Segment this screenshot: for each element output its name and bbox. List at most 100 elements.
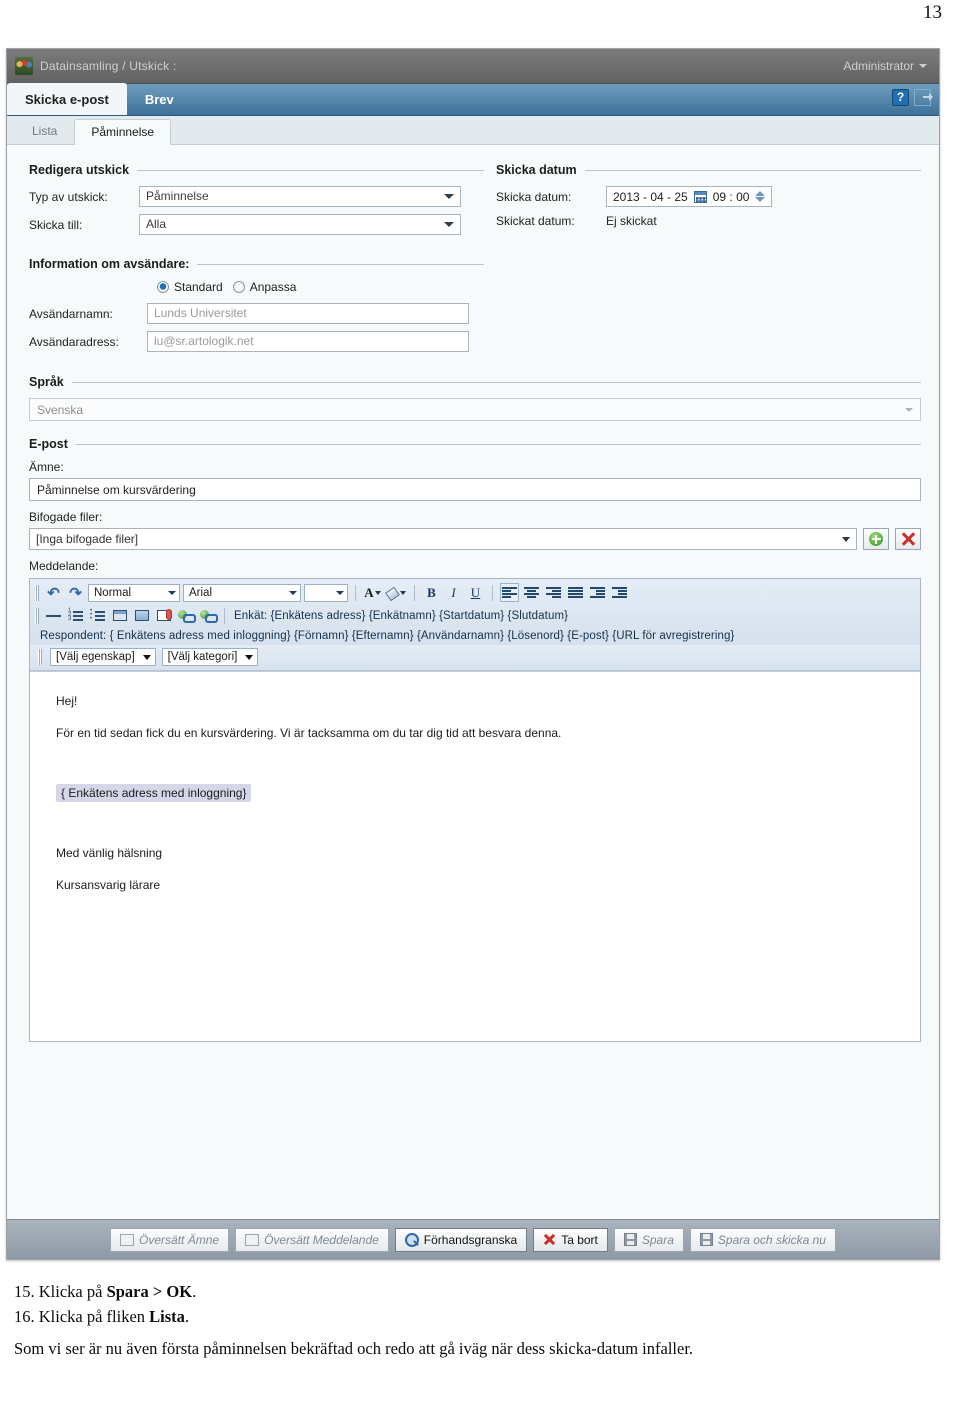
button-forhandsgranska[interactable]: Förhandsgranska — [394, 1227, 528, 1252]
editor-toolbar-row-2: 123 • • • Enkät: {Enkätens adress} {Enkä… — [30, 604, 920, 627]
step-15-bold: Spara > OK — [106, 1282, 193, 1301]
respondent-tag-line[interactable]: Respondent: { Enkätens adress med inlogg… — [30, 627, 920, 645]
toolbar-separator — [355, 584, 356, 601]
body-tag-chip[interactable]: { Enkätens adress med inloggning} — [56, 784, 252, 802]
select-property[interactable]: [Välj egenskap] — [50, 648, 156, 666]
unlink-glyph — [200, 609, 218, 623]
chevron-down-icon — [905, 407, 913, 412]
body-sender: Kursansvarig lärare — [56, 878, 161, 892]
insert-table-icon[interactable] — [110, 606, 129, 625]
tab-skicka-e-post[interactable]: Skicka e-post — [7, 83, 127, 115]
instruction-step-16: 16. Klicka på fliken Lista. — [14, 1307, 944, 1326]
insert-attachment-icon[interactable] — [154, 606, 173, 625]
section-sprak: Språk Svenska — [29, 375, 921, 421]
body-greeting: Hej! — [56, 694, 78, 708]
select-font-family[interactable]: Arial — [183, 583, 301, 602]
subtab-lista[interactable]: Lista — [15, 118, 74, 144]
select-skicka-till[interactable]: Alla — [139, 214, 461, 235]
help-button[interactable]: ? — [892, 89, 909, 106]
underline-icon[interactable]: U — [466, 583, 485, 602]
select-bifogade-filer[interactable]: [Inga bifogade filer] — [29, 528, 857, 550]
survey-tag-line[interactable]: Enkät: {Enkätens adress} {Enkätnamn} {St… — [232, 607, 573, 625]
toolbar-separator — [224, 607, 225, 624]
italic-icon[interactable]: I — [444, 583, 463, 602]
rich-text-editor: ↶ ↷ Normal Arial A B I U 1 2 3 • • • Enk… — [29, 578, 921, 1042]
font-color-icon[interactable]: A — [363, 583, 382, 602]
chevron-down-icon — [444, 194, 454, 199]
datetime-picker[interactable]: 2013 - 04 - 25 09 : 00 — [606, 186, 773, 207]
select-paragraph-style[interactable]: Normal — [88, 583, 180, 602]
input-avsandarnamn[interactable]: Lunds Universitet — [147, 303, 469, 324]
align-left-glyph — [502, 587, 517, 598]
redo-icon[interactable]: ↷ — [66, 583, 85, 602]
calendar-icon[interactable] — [693, 190, 707, 203]
right-column: Skicka datum Skicka datum: 2013 - 04 - 2… — [484, 163, 921, 359]
editor-toolbar-row-4: [Välj egenskap] [Välj kategori] — [30, 645, 920, 670]
indent-icon[interactable] — [610, 583, 629, 602]
step-15-prefix: 15. Klicka på — [14, 1282, 107, 1301]
input-avsandaradress[interactable]: lu@sr.artologik.net — [147, 331, 469, 352]
unordered-list-glyph: • • • — [90, 608, 105, 622]
legend-epost-label: E-post — [29, 437, 68, 451]
undo-icon[interactable]: ↶ — [44, 583, 63, 602]
time-stepper[interactable] — [755, 191, 766, 202]
button-spara[interactable]: Spara — [613, 1227, 684, 1252]
step-16-suffix: . — [184, 1307, 190, 1327]
button-oversatt-meddelande[interactable]: Översätt Meddelande — [235, 1227, 389, 1252]
label-skicka-datum: Skicka datum: — [496, 189, 572, 204]
horizontal-rule-icon[interactable] — [44, 606, 63, 625]
field-row-avsandarnamn: Avsändarnamn: Lunds Universitet — [29, 303, 484, 324]
message-body[interactable]: Hej! För en tid sedan fick du en kursvär… — [30, 671, 920, 1041]
outdent-icon[interactable] — [588, 583, 607, 602]
align-right-icon[interactable] — [544, 583, 563, 602]
legend-information-om-avsandare: Information om avsändare: — [29, 257, 484, 271]
tab-brev[interactable]: Brev — [127, 83, 192, 115]
align-center-icon[interactable] — [522, 583, 541, 602]
toolbar-grip[interactable] — [35, 607, 39, 624]
insert-link-icon[interactable] — [176, 606, 196, 625]
select-sprak[interactable]: Svenska — [29, 398, 921, 421]
link-glyph — [178, 609, 196, 623]
align-left-icon[interactable] — [500, 583, 519, 602]
unordered-list-icon[interactable]: • • • — [88, 606, 107, 625]
remove-link-icon[interactable] — [198, 606, 218, 625]
subtab-paminnelse-label: Påminnelse — [91, 125, 155, 139]
chevron-down-icon — [842, 536, 850, 542]
input-avsandarnamn-value: Lunds Universitet — [154, 306, 247, 320]
close-icon — [900, 531, 916, 547]
input-amne[interactable]: Påminnelse om kursvärdering — [29, 478, 921, 501]
insert-image-icon[interactable] — [132, 606, 151, 625]
button-ta-bort[interactable]: Ta bort — [533, 1227, 608, 1252]
legend-rule — [584, 169, 921, 171]
breadcrumb: Datainsamling / Utskick : — [40, 59, 177, 73]
sender-mode-radio-group: Standard Anpassa — [157, 280, 484, 294]
remove-attachment-button[interactable] — [895, 528, 921, 550]
user-menu[interactable]: Administrator — [843, 59, 927, 73]
add-attachment-button[interactable] — [863, 528, 889, 550]
radio-anpassa[interactable]: Anpassa — [232, 280, 296, 294]
field-row-skicka-datum: Skicka datum: 2013 - 04 - 25 09 : 00 — [496, 186, 921, 207]
bold-icon[interactable]: B — [422, 583, 441, 602]
select-category[interactable]: [Välj kategori] — [161, 648, 259, 666]
logout-icon[interactable] — [914, 89, 933, 106]
button-spara-och-skicka-nu[interactable]: Spara och skicka nu — [689, 1227, 836, 1252]
subtab-lista-label: Lista — [32, 124, 58, 138]
label-skicka-till: Skicka till: — [29, 217, 83, 232]
highlight-color-icon[interactable] — [385, 583, 407, 602]
ordered-list-icon[interactable]: 123 — [66, 606, 85, 625]
image-glyph — [134, 610, 149, 621]
toolbar-grip[interactable] — [38, 649, 42, 665]
align-center-glyph — [524, 587, 539, 598]
button-oversatt-amne[interactable]: Översätt Ämne — [110, 1227, 230, 1252]
select-typ-av-utskick[interactable]: Påminnelse — [139, 186, 461, 207]
select-bifogade-filer-value: [Inga bifogade filer] — [36, 532, 139, 546]
radio-standard[interactable]: Standard — [157, 280, 223, 294]
select-font-size[interactable] — [304, 583, 348, 602]
legend-rule — [75, 443, 921, 445]
align-justify-icon[interactable] — [566, 583, 585, 602]
top-columns: Redigera utskick Typ av utskick: Påminne… — [29, 163, 921, 359]
toolbar-grip[interactable] — [35, 584, 39, 601]
application-screenshot: Datainsamling / Utskick : Administrator … — [6, 48, 940, 1260]
button-spara-och-skicka-nu-label: Spara och skicka nu — [717, 1232, 826, 1247]
subtab-paminnelse[interactable]: Påminnelse — [74, 119, 172, 145]
